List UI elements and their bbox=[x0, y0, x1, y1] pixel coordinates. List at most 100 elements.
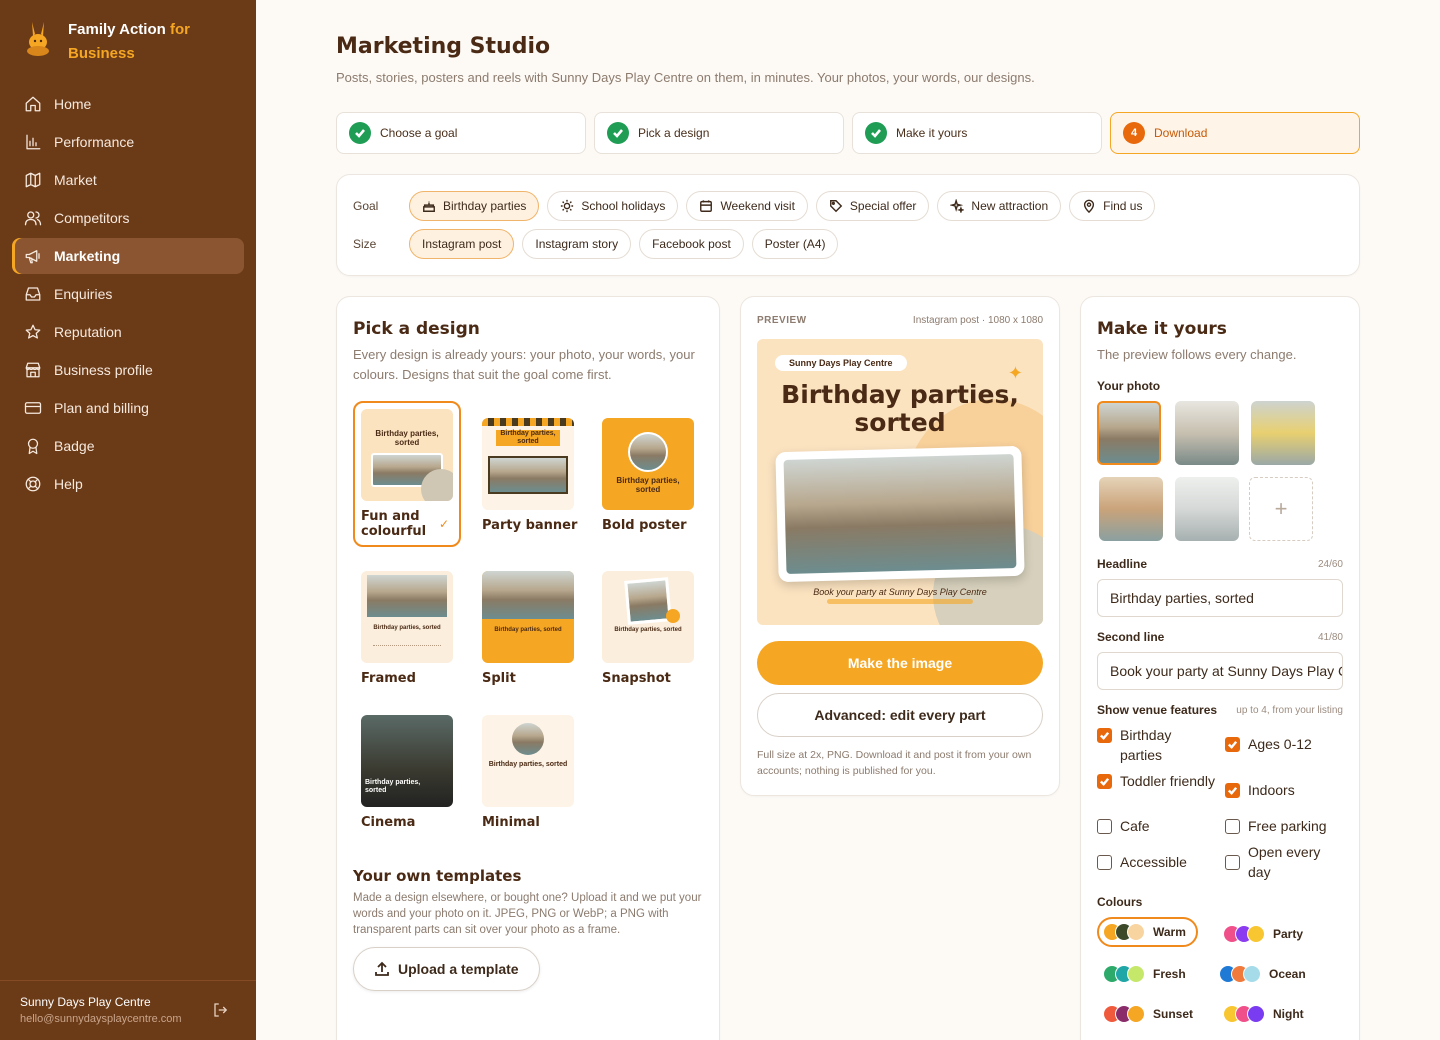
goal-chip-weekend-visit[interactable]: Weekend visit bbox=[686, 191, 808, 221]
design-tile-framed[interactable]: Birthday parties, sorted Framed bbox=[361, 571, 469, 686]
sidebar-item-enquiries[interactable]: Enquiries bbox=[12, 276, 244, 312]
palette-fresh[interactable]: Fresh bbox=[1097, 959, 1192, 989]
upload-template-button[interactable]: Upload a template bbox=[353, 947, 540, 991]
palette-night[interactable]: Night bbox=[1217, 999, 1310, 1029]
design-thumbnail: Birthday parties, sorted bbox=[361, 715, 453, 807]
poster-photo-frame bbox=[775, 445, 1025, 583]
sidebar-item-badge[interactable]: Badge bbox=[12, 428, 244, 464]
design-tile-cinema[interactable]: Birthday parties, sorted Cinema bbox=[361, 715, 469, 830]
goal-chip-new-attraction[interactable]: New attraction bbox=[937, 191, 1062, 221]
sidebar-item-plan-and-billing[interactable]: Plan and billing bbox=[12, 390, 244, 426]
design-tile-bold-poster[interactable]: Birthday parties, sorted Bold poster bbox=[602, 418, 710, 533]
step-download[interactable]: 4 Download bbox=[1110, 112, 1360, 154]
brand[interactable]: Family Action for Business bbox=[22, 18, 198, 66]
sidebar-item-market[interactable]: Market bbox=[12, 162, 244, 198]
photo-option-4[interactable] bbox=[1099, 477, 1163, 541]
logout-button[interactable] bbox=[212, 1001, 230, 1019]
upload-icon bbox=[375, 961, 389, 976]
pick-design-description: Every design is already yours: your phot… bbox=[353, 347, 695, 382]
sidebar-item-performance[interactable]: Performance bbox=[12, 124, 244, 160]
checkbox-checked-icon bbox=[1225, 783, 1240, 798]
sidebar-item-business-profile[interactable]: Business profile bbox=[12, 352, 244, 388]
bar-chart-icon bbox=[26, 134, 41, 150]
feature-checkbox-indoors[interactable]: Indoors bbox=[1225, 780, 1345, 800]
feature-checkbox-cafe[interactable]: Cafe bbox=[1097, 816, 1217, 836]
sidebar-item-reputation[interactable]: Reputation bbox=[12, 314, 244, 350]
checkbox-checked-icon bbox=[1097, 774, 1112, 789]
colours-label: Colours bbox=[1097, 895, 1143, 909]
sidebar-item-home[interactable]: Home bbox=[12, 86, 244, 122]
goal-chip-school-holidays[interactable]: School holidays bbox=[547, 191, 679, 221]
second-line-label: Second line bbox=[1097, 630, 1165, 644]
checkbox-checked-icon bbox=[1097, 728, 1112, 743]
design-thumbnail: Birthday parties, sorted bbox=[602, 571, 694, 663]
add-photo-button[interactable]: + bbox=[1249, 477, 1313, 541]
size-chip-facebook-post[interactable]: Facebook post bbox=[639, 229, 744, 259]
size-label: Size bbox=[353, 237, 377, 251]
goal-chip-special-offer[interactable]: Special offer bbox=[815, 191, 930, 221]
sidebar-item-competitors[interactable]: Competitors bbox=[12, 200, 244, 236]
photo-option-1[interactable] bbox=[1097, 401, 1161, 465]
photo-option-5[interactable] bbox=[1175, 477, 1239, 541]
home-icon bbox=[25, 96, 41, 112]
sun-icon bbox=[561, 199, 574, 213]
goal-chip-birthday-parties[interactable]: Birthday parties bbox=[409, 191, 540, 221]
check-circle-icon bbox=[865, 122, 887, 144]
store-icon bbox=[25, 362, 41, 378]
design-tile-party-banner[interactable]: Birthday parties, sorted Party banner bbox=[482, 418, 590, 533]
photo-option-2[interactable] bbox=[1175, 401, 1239, 465]
cake-icon bbox=[423, 201, 435, 212]
design-thumbnail: Birthday parties, sorted bbox=[482, 571, 574, 663]
size-chip-instagram-post[interactable]: Instagram post bbox=[409, 229, 515, 259]
feature-checkbox-toddler-friendly[interactable]: Toddler friendly bbox=[1097, 771, 1217, 791]
goal-size-filters: Goal Birthday parties School holidays We… bbox=[336, 174, 1360, 276]
design-thumbnail: Birthday parties, sorted bbox=[361, 571, 453, 663]
sidebar-item-help[interactable]: Help bbox=[12, 466, 244, 502]
own-templates-title: Your own templates bbox=[353, 867, 522, 885]
design-label: Bold poster bbox=[602, 518, 687, 533]
design-tile-fun-and-colourful[interactable]: Birthday parties, sorted Fun and colourf… bbox=[353, 401, 461, 547]
step-pick-design[interactable]: Pick a design bbox=[594, 112, 844, 154]
step-make-it-yours[interactable]: Make it yours bbox=[852, 112, 1102, 154]
goal-chip-find-us[interactable]: Find us bbox=[1069, 191, 1156, 221]
poster-photo bbox=[783, 454, 1017, 574]
sidebar: Family Action for Business Home Performa… bbox=[0, 0, 256, 1040]
design-tile-minimal[interactable]: Birthday parties, sorted Minimal bbox=[482, 715, 590, 830]
feature-checkbox-ages[interactable]: Ages 0-12 bbox=[1225, 734, 1345, 754]
palette-warm[interactable]: Warm bbox=[1097, 917, 1198, 947]
preview-label: PREVIEW bbox=[757, 315, 807, 326]
design-thumbnail: Birthday parties, sorted bbox=[602, 418, 694, 510]
palette-swatches bbox=[1103, 923, 1145, 941]
step-choose-goal[interactable]: Choose a goal bbox=[336, 112, 586, 154]
make-image-button[interactable]: Make the image bbox=[757, 641, 1043, 685]
goal-label: Goal bbox=[353, 199, 379, 213]
advanced-edit-button[interactable]: Advanced: edit every part bbox=[757, 693, 1043, 737]
palette-party[interactable]: Party bbox=[1217, 919, 1309, 949]
make-it-yours-title: Make it yours bbox=[1097, 319, 1227, 339]
palette-ocean[interactable]: Ocean bbox=[1213, 959, 1312, 989]
second-line-input[interactable]: Book your party at Sunny Days Play Centr… bbox=[1097, 652, 1343, 690]
sparkles-icon bbox=[950, 199, 965, 213]
headline-input[interactable]: Birthday parties, sorted bbox=[1097, 579, 1343, 617]
feature-checkbox-accessible[interactable]: Accessible bbox=[1097, 852, 1217, 872]
map-pin-icon bbox=[1084, 199, 1095, 213]
logout-icon bbox=[214, 1003, 228, 1017]
photo-option-3[interactable] bbox=[1251, 401, 1315, 465]
design-label: Minimal bbox=[482, 815, 540, 830]
step-number: 4 bbox=[1123, 122, 1145, 144]
design-tile-snapshot[interactable]: Birthday parties, sorted Snapshot bbox=[602, 571, 710, 686]
checkbox-icon bbox=[1097, 855, 1112, 870]
preview-format: Instagram post · 1080 x 1080 bbox=[912, 315, 1043, 326]
feature-checkbox-open-every-day[interactable]: Open every day bbox=[1225, 842, 1345, 882]
palette-sunset[interactable]: Sunset bbox=[1097, 999, 1199, 1029]
feature-checkbox-birthday-parties[interactable]: Birthday parties bbox=[1097, 725, 1217, 765]
poster-venue-tag: Sunny Days Play Centre bbox=[775, 355, 907, 371]
design-tile-split[interactable]: Birthday parties, sorted Split bbox=[482, 571, 590, 686]
feature-checkbox-free-parking[interactable]: Free parking bbox=[1225, 816, 1345, 836]
size-chip-poster-a4[interactable]: Poster (A4) bbox=[751, 229, 839, 259]
headline-label: Headline bbox=[1097, 557, 1148, 571]
sidebar-item-marketing[interactable]: Marketing bbox=[12, 238, 244, 274]
account-venue-name: Sunny Days Play Centre bbox=[20, 995, 151, 1009]
make-it-yours-description: The preview follows every change. bbox=[1097, 347, 1297, 362]
size-chip-instagram-story[interactable]: Instagram story bbox=[522, 229, 632, 259]
